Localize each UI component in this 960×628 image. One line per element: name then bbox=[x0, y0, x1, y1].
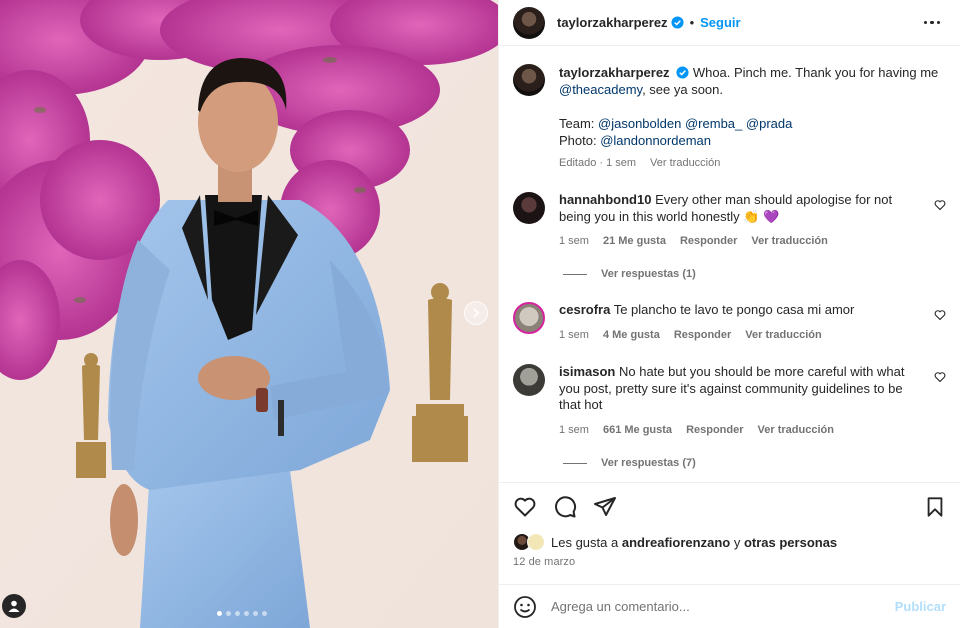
next-photo-button[interactable] bbox=[464, 301, 488, 325]
save-button[interactable] bbox=[924, 496, 946, 518]
reply-button[interactable]: Responder bbox=[674, 327, 731, 344]
translate-link[interactable]: Ver traducción bbox=[751, 233, 827, 250]
post-date: 12 de marzo bbox=[513, 556, 576, 568]
publish-button[interactable]: Publicar bbox=[895, 599, 946, 614]
other-likers-link[interactable]: otras personas bbox=[744, 535, 837, 550]
translate-link[interactable]: Ver traducción bbox=[758, 422, 834, 439]
liker-avatar bbox=[527, 533, 545, 551]
comment-icon bbox=[555, 495, 577, 517]
edited-time: Editado · 1 sem bbox=[559, 157, 637, 169]
heart-icon[interactable] bbox=[934, 309, 946, 321]
author-username[interactable]: taylorzakharperez bbox=[557, 15, 668, 30]
author-avatar[interactable] bbox=[513, 6, 545, 39]
liker-username[interactable]: andreafiorenzano bbox=[622, 535, 730, 550]
replies-line bbox=[563, 462, 587, 464]
tagged-people-button[interactable] bbox=[2, 594, 26, 618]
post-header: taylorzakharperez • Seguir bbox=[499, 0, 960, 46]
comment-username[interactable]: isimason bbox=[559, 364, 615, 379]
translate-link[interactable]: Ver traducción bbox=[745, 327, 821, 344]
caption-item: taylorzakharperez Whoa. Pinch me. Thank … bbox=[513, 64, 946, 172]
comment-composer: Publicar bbox=[499, 584, 960, 628]
heart-icon[interactable] bbox=[934, 199, 946, 211]
comment-avatar[interactable] bbox=[513, 364, 545, 396]
mention-link[interactable]: @remba_ bbox=[685, 116, 742, 131]
comment-input[interactable] bbox=[551, 599, 895, 614]
comment-avatar[interactable] bbox=[513, 302, 545, 334]
comment-item: hannahbond10 Every other man should apol… bbox=[513, 192, 946, 250]
verified-icon bbox=[671, 16, 684, 29]
comment-username[interactable]: hannahbond10 bbox=[559, 192, 651, 207]
heart-icon bbox=[514, 497, 536, 516]
post-photo[interactable] bbox=[0, 0, 498, 628]
mention-link[interactable]: @landonnordeman bbox=[600, 133, 711, 148]
emoji-icon[interactable] bbox=[513, 595, 537, 619]
mention-link[interactable]: @prada bbox=[746, 116, 792, 131]
comment-time: 1 sem bbox=[559, 328, 589, 341]
carousel-indicator bbox=[217, 611, 267, 616]
comment-item: isimason No hate but you should be more … bbox=[513, 364, 946, 438]
likes-middle: y bbox=[733, 534, 741, 550]
team-label: Team: bbox=[559, 116, 595, 131]
comments-list[interactable]: taylorzakharperez Whoa. Pinch me. Thank … bbox=[499, 46, 960, 482]
share-button[interactable] bbox=[593, 495, 617, 519]
replies-line bbox=[563, 273, 587, 275]
comment-avatar[interactable] bbox=[513, 192, 545, 224]
carousel-dot bbox=[217, 611, 222, 616]
caption-text: Whoa. Pinch me. Thank you for having me bbox=[692, 65, 939, 80]
comment-likes[interactable]: 21 Me gusta bbox=[603, 233, 666, 250]
mention-link[interactable]: @theacademy bbox=[559, 82, 642, 97]
bookmark-icon bbox=[927, 496, 943, 517]
post-side-panel: taylorzakharperez • Seguir taylorzakharp… bbox=[498, 0, 960, 628]
heart-icon[interactable] bbox=[934, 371, 946, 383]
photo-scene bbox=[0, 0, 498, 628]
reply-button[interactable]: Responder bbox=[680, 233, 737, 250]
caption-username[interactable]: taylorzakharperez bbox=[559, 65, 670, 80]
view-replies-label[interactable]: Ver respuestas (7) bbox=[601, 457, 696, 469]
likes-prefix: Les gusta a bbox=[551, 534, 619, 550]
view-replies-label[interactable]: Ver respuestas (1) bbox=[601, 268, 696, 280]
chevron-right-icon bbox=[473, 308, 480, 318]
view-replies-button[interactable]: Ver respuestas (7) bbox=[563, 457, 696, 469]
comment-time: 1 sem bbox=[559, 235, 589, 247]
reply-button[interactable]: Responder bbox=[686, 422, 743, 439]
comment-text: Te plancho te lavo te pongo casa mi amor bbox=[613, 302, 855, 317]
carousel-dot bbox=[262, 611, 267, 616]
comment-button[interactable] bbox=[553, 495, 577, 519]
carousel-dot bbox=[244, 611, 249, 616]
photo-label: Photo: bbox=[559, 133, 597, 148]
comment-item: cesrofra Te plancho te lavo te pongo cas… bbox=[513, 302, 946, 343]
person-tag-icon bbox=[8, 600, 20, 612]
share-icon bbox=[594, 496, 616, 516]
more-options-button[interactable] bbox=[918, 15, 947, 31]
likes-summary[interactable]: Les gusta a andreafiorenzano y otras per… bbox=[513, 533, 837, 551]
more-icon bbox=[923, 20, 927, 25]
comment-username[interactable]: cesrofra bbox=[559, 302, 610, 317]
comment-likes[interactable]: 661 Me gusta bbox=[603, 422, 672, 439]
mention-link[interactable]: @jasonbolden bbox=[598, 116, 681, 131]
carousel-dot bbox=[226, 611, 231, 616]
comment-likes[interactable]: 4 Me gusta bbox=[603, 327, 660, 344]
verified-icon bbox=[676, 66, 689, 79]
caption-avatar[interactable] bbox=[513, 64, 545, 96]
carousel-dot bbox=[235, 611, 240, 616]
liker-avatars bbox=[513, 533, 547, 551]
translate-link[interactable]: Ver traducción bbox=[650, 155, 720, 172]
view-replies-button[interactable]: Ver respuestas (1) bbox=[563, 268, 696, 280]
action-bar bbox=[499, 482, 960, 530]
separator-dot: • bbox=[689, 15, 695, 30]
carousel-dot bbox=[253, 611, 258, 616]
post-modal: taylorzakharperez • Seguir taylorzakharp… bbox=[0, 0, 960, 628]
follow-button[interactable]: Seguir bbox=[700, 15, 740, 30]
comment-time: 1 sem bbox=[559, 423, 589, 436]
caption-text: , see ya soon. bbox=[642, 82, 724, 97]
like-button[interactable] bbox=[513, 495, 537, 519]
